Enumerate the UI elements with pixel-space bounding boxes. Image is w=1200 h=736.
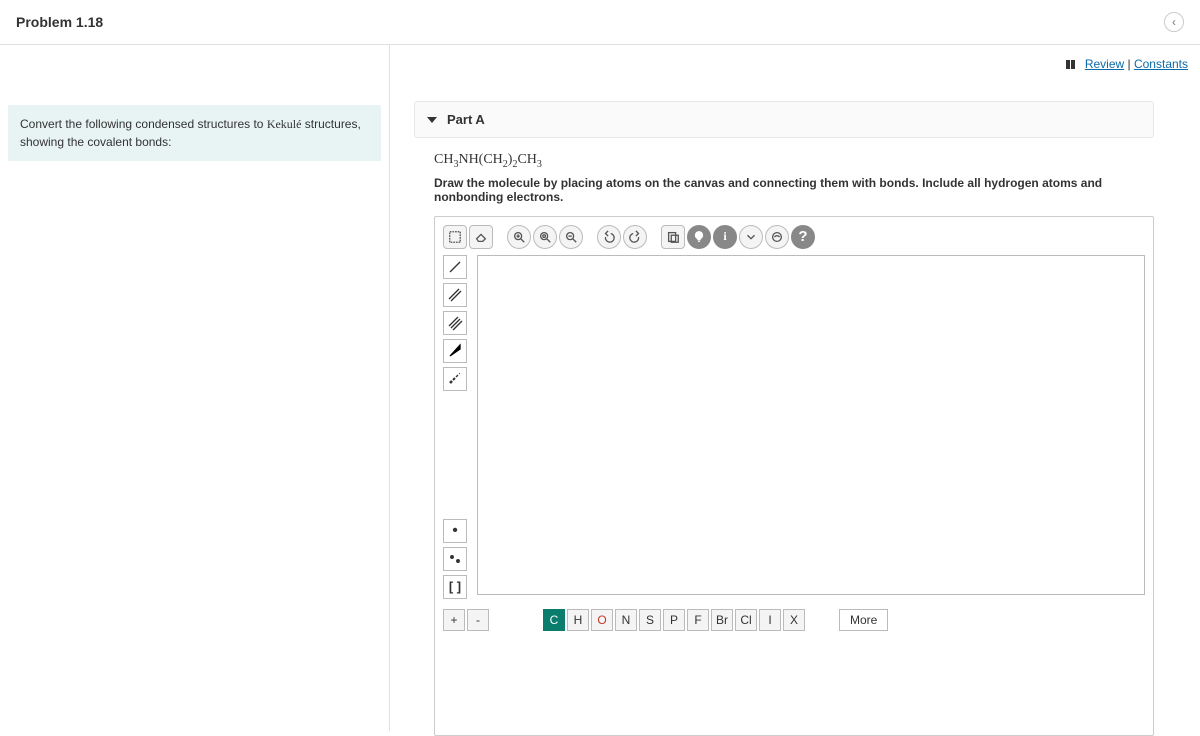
zoom-fit-button[interactable] bbox=[533, 225, 557, 249]
brackets-label: [ ] bbox=[449, 579, 461, 594]
triple-bond-button[interactable] bbox=[443, 311, 467, 335]
wedge-bond-button[interactable] bbox=[443, 339, 467, 363]
element-Br-button[interactable]: Br bbox=[711, 609, 733, 631]
expand-button[interactable] bbox=[739, 225, 763, 249]
constants-link[interactable]: Constants bbox=[1134, 57, 1188, 71]
nav-prev-button[interactable]: ‹ bbox=[1164, 12, 1184, 32]
draw-instruction: Draw the molecule by placing atoms on th… bbox=[434, 176, 1154, 204]
collapse-caret-icon bbox=[427, 117, 437, 123]
element-O-button[interactable]: O bbox=[591, 609, 613, 631]
charge-minus-button[interactable]: - bbox=[467, 609, 489, 631]
main-layout: Convert the following condensed structur… bbox=[0, 45, 1200, 731]
part-label: Part A bbox=[447, 112, 485, 127]
element-C-button[interactable]: C bbox=[543, 609, 565, 631]
undo-button[interactable] bbox=[597, 225, 621, 249]
problem-title: Problem 1.18 bbox=[16, 14, 103, 30]
chemical-formula: CH3NH(CH2)2CH3 bbox=[434, 152, 1154, 170]
element-X-button[interactable]: X bbox=[783, 609, 805, 631]
top-links: Review | Constants bbox=[1065, 57, 1188, 71]
prompt-kekule: Kekulé bbox=[267, 117, 302, 131]
element-I-button[interactable]: I bbox=[759, 609, 781, 631]
marquee-select-button[interactable] bbox=[443, 225, 467, 249]
dash-bond-button[interactable] bbox=[443, 367, 467, 391]
bond-tools: • [ ] bbox=[443, 255, 469, 599]
structure-editor: i ? bbox=[434, 216, 1154, 736]
double-bond-button[interactable] bbox=[443, 283, 467, 307]
view-button[interactable] bbox=[765, 225, 789, 249]
info-button[interactable]: i bbox=[713, 225, 737, 249]
left-column: Convert the following condensed structur… bbox=[0, 45, 390, 731]
more-elements-button[interactable]: More bbox=[839, 609, 888, 631]
element-toolbar: + - CHONSPFBrClIX More bbox=[443, 605, 1145, 631]
eraser-button[interactable] bbox=[469, 225, 493, 249]
help-button[interactable]: ? bbox=[791, 225, 815, 249]
element-N-button[interactable]: N bbox=[615, 609, 637, 631]
part-header[interactable]: Part A bbox=[414, 101, 1154, 138]
page-header: Problem 1.18 ‹ bbox=[0, 0, 1200, 45]
element-S-button[interactable]: S bbox=[639, 609, 661, 631]
zoom-in-button[interactable] bbox=[507, 225, 531, 249]
charge-plus-button[interactable]: + bbox=[443, 609, 465, 631]
flag-icon[interactable] bbox=[1065, 59, 1077, 71]
paste-button[interactable] bbox=[661, 225, 685, 249]
right-column: Review | Constants Part A CH3NH(CH2)2CH3… bbox=[390, 45, 1200, 731]
redo-button[interactable] bbox=[623, 225, 647, 249]
editor-footer-space bbox=[443, 637, 1145, 727]
review-link[interactable]: Review bbox=[1085, 57, 1124, 71]
drawing-canvas[interactable] bbox=[477, 255, 1145, 595]
radical-label: • bbox=[452, 522, 458, 540]
radical-button[interactable]: • bbox=[443, 519, 467, 543]
zoom-out-button[interactable] bbox=[559, 225, 583, 249]
lone-pair-button[interactable] bbox=[443, 547, 467, 571]
link-sep: | bbox=[1124, 57, 1134, 71]
single-bond-button[interactable] bbox=[443, 255, 467, 279]
info-icon-label: i bbox=[723, 229, 726, 244]
hint-button[interactable] bbox=[687, 225, 711, 249]
element-H-button[interactable]: H bbox=[567, 609, 589, 631]
part-content: CH3NH(CH2)2CH3 Draw the molecule by plac… bbox=[414, 138, 1154, 736]
help-icon-label: ? bbox=[798, 228, 807, 245]
prompt-pre: Convert the following condensed structur… bbox=[20, 117, 267, 131]
element-P-button[interactable]: P bbox=[663, 609, 685, 631]
brackets-button[interactable]: [ ] bbox=[443, 575, 467, 599]
element-Cl-button[interactable]: Cl bbox=[735, 609, 757, 631]
problem-prompt: Convert the following condensed structur… bbox=[8, 105, 381, 161]
element-F-button[interactable]: F bbox=[687, 609, 709, 631]
editor-top-toolbar: i ? bbox=[443, 225, 1145, 249]
